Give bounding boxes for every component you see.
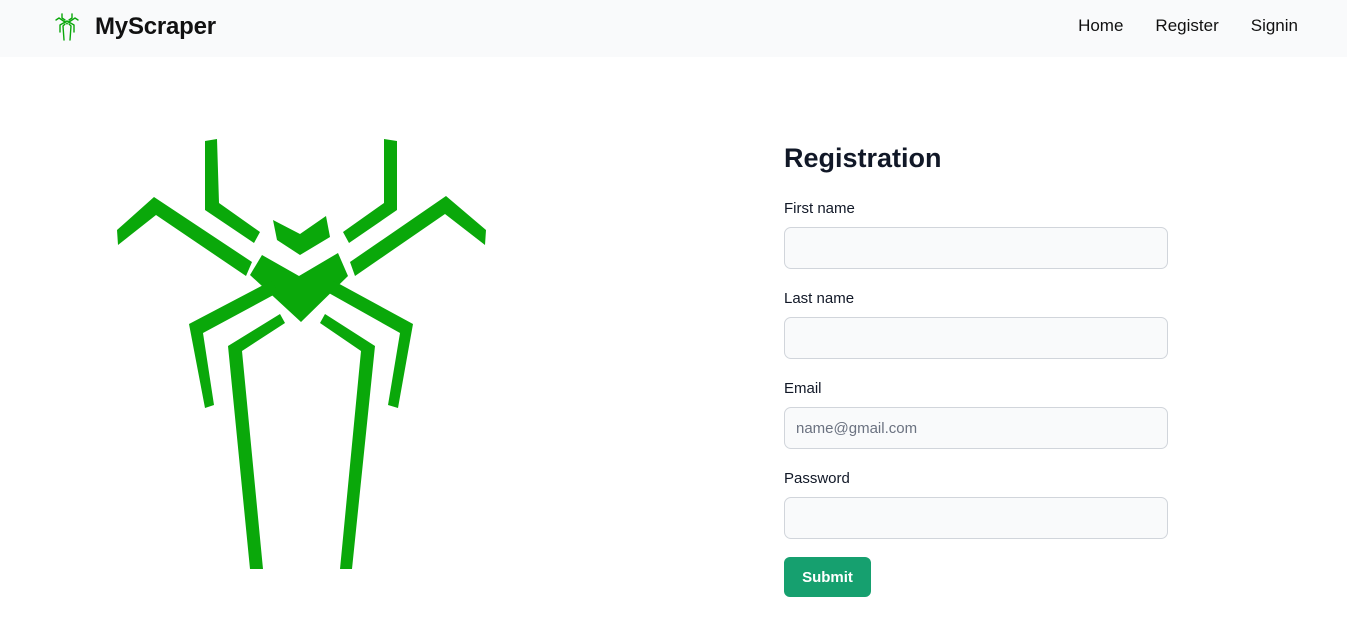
brand-name: MyScraper xyxy=(95,13,216,40)
submit-button[interactable]: Submit xyxy=(784,557,871,597)
last-name-label: Last name xyxy=(784,290,855,307)
nav-links: Home Register Signin xyxy=(1046,15,1298,37)
brand-link[interactable]: MyScraper xyxy=(55,11,216,43)
email-field: Email xyxy=(784,380,1168,449)
nav-link-register[interactable]: Register xyxy=(1155,15,1218,37)
first-name-label: First name xyxy=(784,200,855,217)
first-name-field: First name xyxy=(784,200,1168,269)
password-label: Password xyxy=(784,470,850,487)
nav-link-signin[interactable]: Signin xyxy=(1251,15,1298,37)
spider-logo-icon xyxy=(55,13,79,41)
email-input[interactable] xyxy=(784,407,1168,449)
password-field: Password xyxy=(784,470,1168,539)
password-input[interactable] xyxy=(784,497,1168,539)
email-label: Email xyxy=(784,380,822,397)
form-title: Registration xyxy=(784,143,942,173)
last-name-field: Last name xyxy=(784,290,1168,359)
spider-emblem xyxy=(117,139,486,569)
nav-link-home[interactable]: Home xyxy=(1078,15,1123,37)
last-name-input[interactable] xyxy=(784,317,1168,359)
registration-form: Registration First name Last name Email … xyxy=(784,142,1168,597)
first-name-input[interactable] xyxy=(784,227,1168,269)
navbar: MyScraper Home Register Signin xyxy=(0,0,1347,57)
